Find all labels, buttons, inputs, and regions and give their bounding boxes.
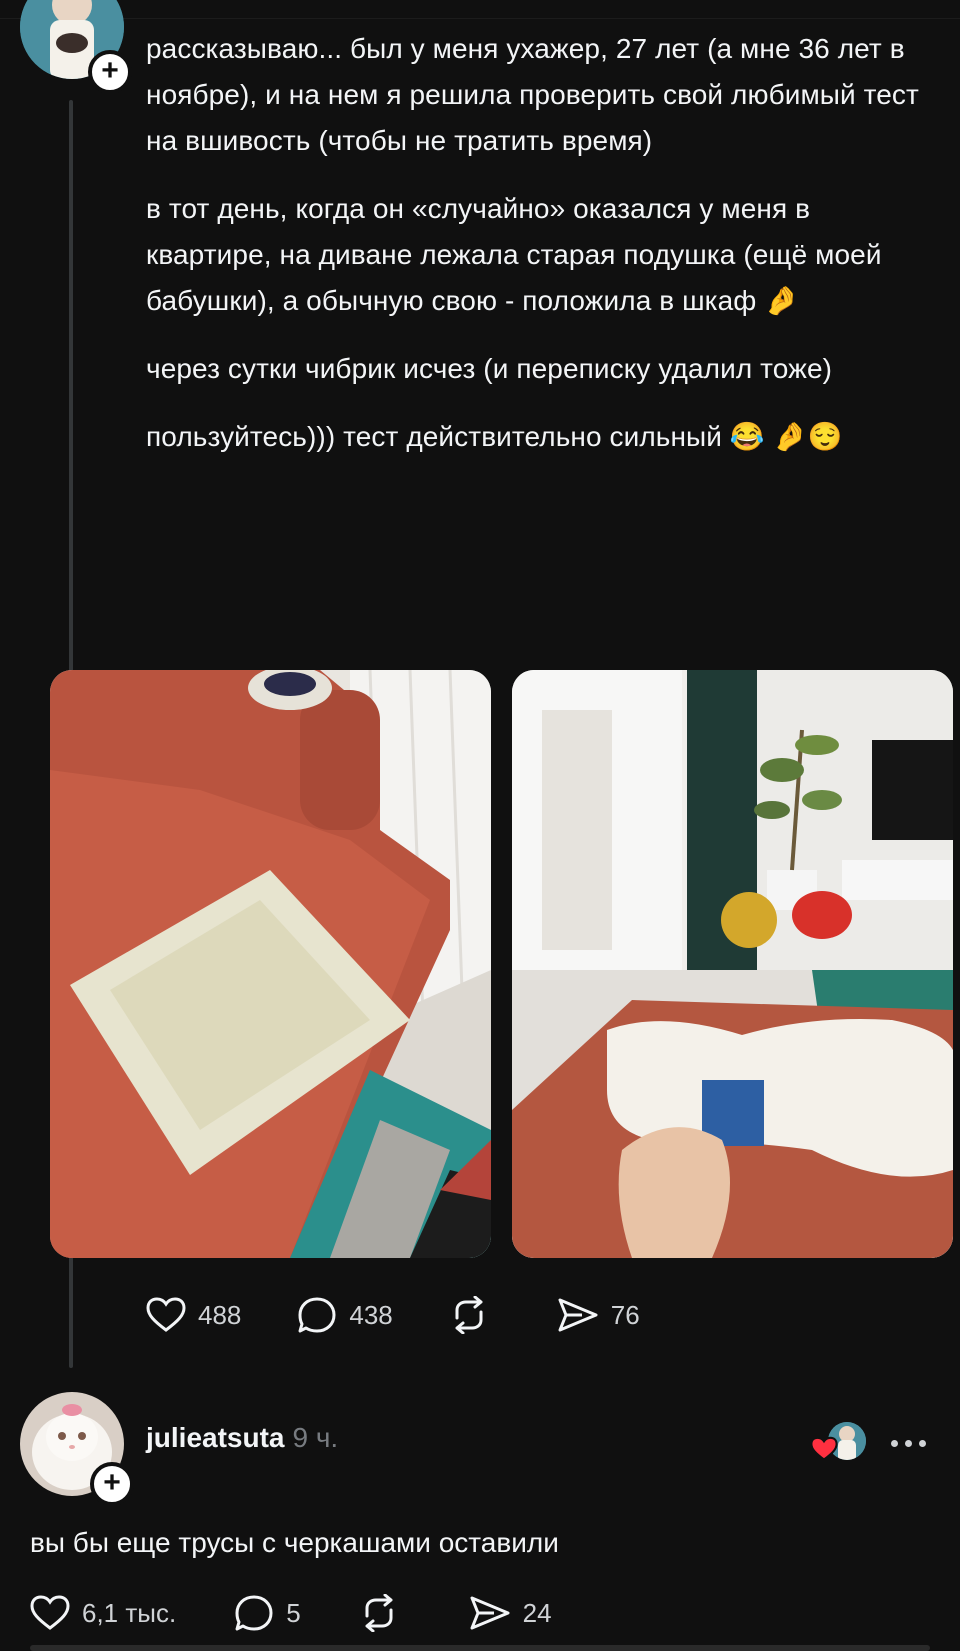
- reply-header: julieatsuta 9 ч.: [146, 1422, 338, 1454]
- post-paragraph: рассказываю... был у меня ухажер, 27 лет…: [146, 33, 919, 156]
- bottom-edge: [30, 1645, 930, 1651]
- reply-comment-button[interactable]: 5: [234, 1594, 301, 1632]
- post-text: рассказываю... был у меня ухажер, 27 лет…: [146, 26, 936, 460]
- red-heart-icon: [810, 1436, 838, 1461]
- reply-like-count: 6,1 тыс.: [82, 1597, 177, 1628]
- post-paragraph: через сутки чибрик исчез (и переписку уд…: [146, 353, 833, 384]
- comment-count: 438: [349, 1299, 393, 1330]
- post-actions: 488 438 76: [146, 1296, 696, 1334]
- heart-icon: [30, 1595, 70, 1630]
- speech-bubble-icon: [298, 1297, 336, 1333]
- post-paragraph: в тот день, когда он «случайно» оказался…: [146, 193, 882, 316]
- follow-reply-author-button[interactable]: +: [90, 1462, 134, 1506]
- repost-button[interactable]: [449, 1296, 501, 1334]
- reply-share-button[interactable]: 24: [469, 1595, 552, 1631]
- share-count: 76: [610, 1299, 640, 1330]
- post-photo-old-pillow[interactable]: [50, 670, 491, 1258]
- heart-icon: [146, 1297, 186, 1332]
- reply-time: 9 ч.: [292, 1422, 339, 1453]
- reply-text: вы бы еще трусы с черкашами оставили: [30, 1527, 559, 1558]
- post-paragraph: пользуйтесь))) тест действительно сильны…: [146, 421, 843, 452]
- reply-share-count: 24: [522, 1597, 552, 1628]
- top-divider: [0, 18, 960, 19]
- reply-comment-count: 5: [286, 1597, 301, 1628]
- reply-actions: 6,1 тыс. 5 24: [30, 1594, 608, 1632]
- send-icon: [558, 1298, 598, 1332]
- more-dots-icon[interactable]: [891, 1440, 926, 1447]
- share-button[interactable]: 76: [557, 1297, 640, 1333]
- comment-button[interactable]: 438: [297, 1296, 393, 1334]
- reply-like-button[interactable]: 6,1 тыс.: [30, 1595, 176, 1631]
- speech-bubble-icon: [235, 1595, 273, 1631]
- post-photo-ortho-pillow[interactable]: [512, 670, 953, 1258]
- plus-icon: +: [101, 54, 119, 87]
- liked-by-author-indicator[interactable]: [810, 1422, 870, 1466]
- send-icon: [470, 1596, 510, 1630]
- repost-icon: [365, 1594, 393, 1632]
- repost-icon: [455, 1296, 483, 1334]
- reply-username[interactable]: julieatsuta: [146, 1422, 284, 1454]
- plus-icon: +: [103, 1466, 121, 1499]
- follow-author-button[interactable]: +: [88, 50, 132, 94]
- reply-repost-button[interactable]: [359, 1594, 411, 1632]
- like-count: 488: [198, 1299, 242, 1330]
- like-button[interactable]: 488: [146, 1297, 241, 1333]
